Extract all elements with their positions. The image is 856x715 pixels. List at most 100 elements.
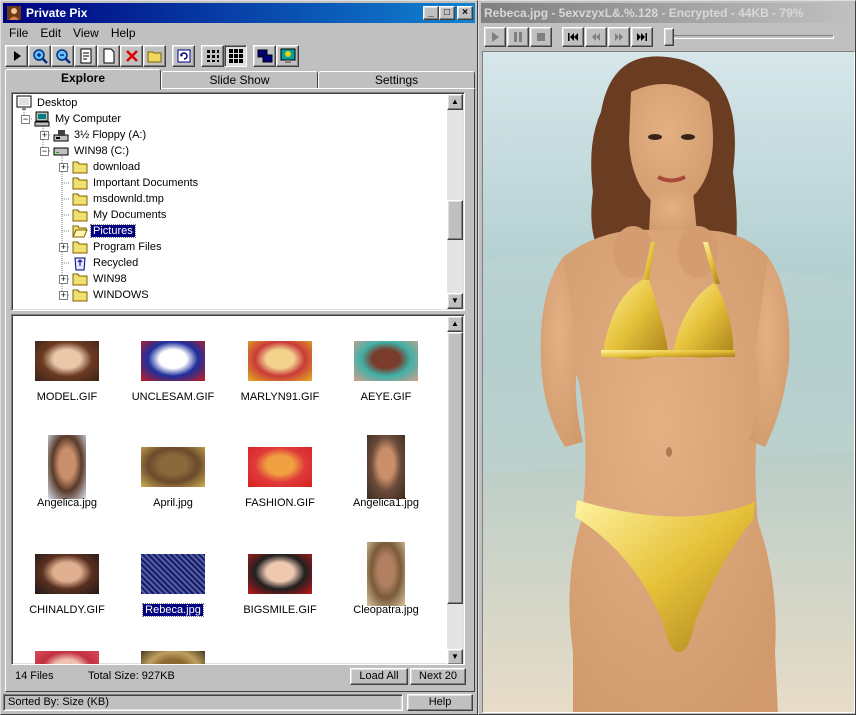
thumbnail-image[interactable] (141, 651, 205, 664)
thumbnail-image[interactable] (48, 435, 86, 499)
close-button[interactable]: × (457, 6, 473, 20)
thumbnail-item[interactable] (12, 639, 122, 664)
thumbnail-image[interactable] (367, 435, 405, 499)
last-button[interactable] (631, 27, 653, 47)
thumbnail-item[interactable]: AEYE.GIF (331, 329, 441, 429)
thumbnail-image[interactable] (141, 341, 205, 381)
thumbnail-image[interactable] (354, 341, 418, 381)
zoom-in-button[interactable] (28, 45, 51, 67)
settings-monitor-button[interactable] (276, 45, 299, 67)
next-20-button[interactable]: Next 20 (410, 667, 466, 685)
tab-explore[interactable]: Explore (5, 69, 161, 90)
tree-item[interactable]: Pictures (72, 223, 136, 239)
expand-icon[interactable]: + (59, 274, 68, 284)
thumbnail-image[interactable] (141, 554, 205, 594)
thumbnail-item[interactable] (118, 639, 228, 664)
tree-item[interactable]: − My Computer (21, 111, 123, 127)
tree-item-label: My Computer (55, 113, 122, 125)
new-button[interactable] (97, 45, 120, 67)
tree-item[interactable]: + WIN98 (59, 271, 129, 287)
thumbnail-item[interactable]: MODEL.GIF (12, 329, 122, 429)
maximize-button[interactable]: □ (439, 6, 455, 20)
first-button[interactable] (562, 27, 584, 47)
expand-icon[interactable]: + (59, 162, 68, 172)
tree-item[interactable]: + Program Files (59, 239, 163, 255)
tree-item[interactable]: msdownld.tmp (72, 191, 166, 207)
collapse-icon[interactable]: − (21, 114, 30, 124)
thumbnail-pane[interactable]: MODEL.GIF UNCLESAM.GIF MARLYN91.GIF AEYE.GI… (11, 314, 465, 665)
window-button[interactable] (253, 45, 276, 67)
scroll-down-icon[interactable]: ▼ (447, 293, 463, 309)
thumbnail-image[interactable] (35, 341, 99, 381)
slider-knob[interactable] (664, 28, 674, 46)
thumbnail-item[interactable]: FASHION.GIF (225, 435, 335, 535)
refresh-button[interactable] (172, 45, 195, 67)
thumbnail-item[interactable]: BIGSMILE.GIF (225, 542, 335, 642)
menu-edit[interactable]: Edit (34, 26, 67, 40)
tab-slide-show[interactable]: Slide Show (161, 71, 318, 89)
play-button[interactable] (484, 27, 506, 47)
title-bar[interactable]: Private Pix _ □ × (3, 3, 475, 23)
thumbnail-item[interactable]: Angelica1.jpg (331, 435, 441, 535)
scroll-up-icon[interactable]: ▲ (447, 94, 463, 110)
folder-icon (72, 289, 88, 302)
tab-settings[interactable]: Settings (318, 71, 475, 89)
thumbnail-item[interactable]: UNCLESAM.GIF (118, 329, 228, 429)
menu-file[interactable]: File (3, 26, 34, 40)
expand-icon[interactable]: + (59, 290, 68, 300)
tree-item[interactable]: Desktop (16, 95, 79, 111)
tree-item[interactable]: My Documents (72, 207, 168, 223)
tree-item[interactable]: + download (59, 159, 142, 175)
app-icon[interactable] (6, 5, 22, 21)
thumbnail-image[interactable] (248, 341, 312, 381)
previous-button[interactable] (585, 27, 607, 47)
zoom-out-button[interactable] (51, 45, 74, 67)
open-folder-button[interactable] (143, 45, 166, 67)
tree-item[interactable]: − WIN98 (C:) (40, 143, 131, 159)
thumbnail-item[interactable]: MARLYN91.GIF (225, 329, 335, 429)
next-button[interactable] (608, 27, 630, 47)
folder-tree[interactable]: Desktop − My Computer +3½ Floppy (A:) − WIN98… (11, 92, 465, 311)
tree-scrollbar[interactable]: ▲ ▼ (447, 94, 463, 309)
menu-help[interactable]: Help (105, 26, 142, 40)
stop-button[interactable] (530, 27, 552, 47)
expand-icon[interactable]: + (59, 242, 68, 252)
thumbnail-image[interactable] (35, 651, 99, 664)
menu-view[interactable]: View (67, 26, 105, 40)
expand-icon[interactable]: + (40, 130, 49, 140)
scroll-up-icon[interactable]: ▲ (447, 316, 463, 332)
play-button[interactable] (5, 45, 28, 67)
thumbnail-image[interactable] (248, 447, 312, 487)
tree-item[interactable]: +3½ Floppy (A:) (40, 127, 148, 143)
scroll-thumb[interactable] (447, 200, 463, 240)
properties-button[interactable] (74, 45, 97, 67)
delete-button[interactable] (120, 45, 143, 67)
thumbnail-item[interactable]: Cleopatra.jpg (331, 542, 441, 642)
viewer-title-bar[interactable]: Rebeca.jpg - 5exvzyxL&.%.128 - Encrypted… (481, 3, 853, 23)
scroll-down-icon[interactable]: ▼ (447, 649, 463, 664)
view-list-button[interactable] (201, 45, 224, 67)
tree-item-label: download (93, 161, 141, 173)
scroll-thumb[interactable] (447, 332, 463, 604)
tree-item[interactable]: Important Documents (72, 175, 200, 191)
position-slider[interactable] (664, 27, 834, 47)
collapse-icon[interactable]: − (40, 146, 49, 156)
drive-icon (53, 147, 69, 156)
thumbnail-image[interactable] (248, 554, 312, 594)
thumbnail-item[interactable]: Rebeca.jpg (118, 542, 228, 642)
pause-button[interactable] (507, 27, 529, 47)
new-icon (103, 48, 114, 64)
thumbnail-item[interactable]: April.jpg (118, 435, 228, 535)
thumbs-scrollbar[interactable]: ▲ ▼ (447, 316, 463, 664)
thumbnail-image[interactable] (367, 542, 405, 606)
help-button[interactable]: Help (407, 694, 473, 711)
thumbnail-item[interactable]: Angelica.jpg (12, 435, 122, 535)
thumbnail-image[interactable] (141, 447, 205, 487)
view-thumbnails-button[interactable] (224, 45, 247, 67)
load-all-button[interactable]: Load All (350, 667, 408, 685)
thumbnail-item[interactable]: CHINALDY.GIF (12, 542, 122, 642)
minimize-button[interactable]: _ (423, 6, 439, 20)
thumbnail-image[interactable] (35, 554, 99, 594)
tree-item[interactable]: Recycled (72, 255, 140, 271)
tree-item[interactable]: + WINDOWS (59, 287, 151, 303)
